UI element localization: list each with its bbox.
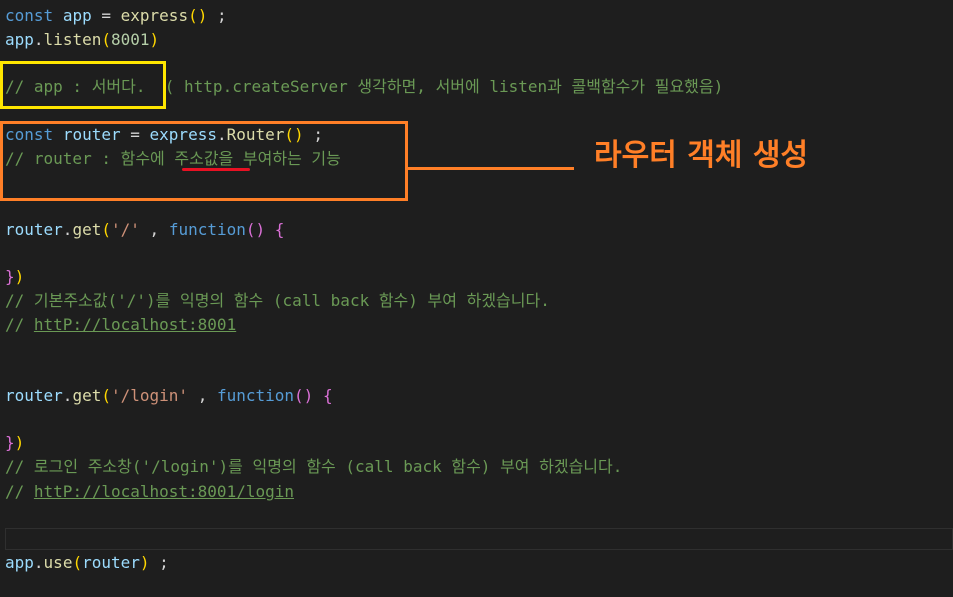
token-paren: )	[149, 30, 160, 49]
token-operator: =	[101, 6, 111, 25]
token-paren: ()	[245, 220, 266, 239]
token-comment: // 기본주소값('/')를 익명의 함수 (call back 함수) 부여 …	[5, 291, 550, 310]
token-comment: // router : 함수에	[5, 149, 175, 168]
token-variable: express	[149, 125, 217, 144]
token-comment: // 로그인 주소창('/login')를 익명의 함수 (call back …	[5, 457, 623, 476]
url-link[interactable]: httP://localhost:8001	[34, 315, 236, 334]
token-function: listen	[43, 30, 102, 49]
token-paren: (	[72, 553, 83, 572]
token-paren: ()	[284, 125, 304, 144]
token-function: Router	[226, 125, 285, 144]
code-line-9[interactable]: router.get('/' , function() {	[5, 219, 284, 241]
current-line-highlight	[5, 528, 953, 550]
token-comment: //	[5, 482, 34, 501]
code-line-6[interactable]: // router : 함수에 주소값을 부여하는 기능	[5, 148, 341, 170]
code-line-18[interactable]: })	[5, 432, 24, 454]
token-variable: router	[82, 553, 140, 572]
code-line-2[interactable]: app.listen(8001)	[5, 29, 159, 51]
token-variable: router	[5, 386, 63, 405]
token-dot: .	[62, 386, 73, 405]
code-line-16[interactable]: router.get('/login' , function() {	[5, 385, 333, 407]
token-paren: (	[101, 386, 111, 405]
token-paren: (	[101, 30, 111, 49]
token-comma: ,	[197, 386, 208, 405]
token-function: get	[72, 220, 102, 239]
token-comment: //	[5, 315, 34, 334]
token-brace: {	[322, 386, 333, 405]
token-paren: )	[14, 433, 25, 452]
token-string: '/'	[110, 220, 140, 239]
token-keyword: function	[168, 220, 246, 239]
code-line-19[interactable]: // 로그인 주소창('/login')를 익명의 함수 (call back …	[5, 456, 622, 478]
code-line-1[interactable]: const app = express() ;	[5, 5, 227, 27]
token-keyword: const	[5, 6, 54, 25]
token-variable: app	[5, 553, 34, 572]
token-paren: ()	[188, 6, 208, 25]
token-dot: .	[33, 30, 44, 49]
code-line-23[interactable]: app.use(router) ;	[5, 552, 169, 574]
token-brace: {	[274, 220, 285, 239]
token-comment-highlight: 주소값을	[174, 149, 234, 168]
token-paren: ()	[294, 386, 314, 405]
code-line-13[interactable]: // httP://localhost:8001	[5, 314, 236, 336]
token-variable: app	[5, 30, 34, 49]
token-comment: 부여하는 기능	[233, 149, 341, 168]
token-comment: ( http.createServer 생각하면, 서버에 listen과 콜백…	[164, 77, 724, 96]
token-function: express	[120, 6, 189, 25]
token-brace: }	[5, 433, 15, 452]
token-keyword: function	[216, 386, 295, 405]
code-line-5[interactable]: const router = express.Router() ;	[5, 124, 323, 146]
token-paren: )	[139, 553, 150, 572]
token-variable: router	[5, 220, 63, 239]
token-variable: router	[62, 125, 121, 144]
url-link[interactable]: httP://localhost:8001/login	[34, 482, 294, 501]
token-brace: }	[5, 267, 15, 286]
token-string: '/login'	[110, 386, 189, 405]
annotation-connector-line	[408, 167, 574, 170]
router-annotation-label: 라우터 객체 생성	[594, 138, 809, 173]
token-semicolon: ;	[313, 125, 323, 144]
token-paren: (	[101, 220, 111, 239]
code-line-4[interactable]: // app : 서버다. ( http.createServer 생각하면, …	[5, 76, 723, 98]
token-function: use	[43, 553, 73, 572]
token-variable: app	[62, 6, 92, 25]
token-operator: =	[130, 125, 140, 144]
token-number: 8001	[110, 30, 150, 49]
code-line-12[interactable]: // 기본주소값('/')를 익명의 함수 (call back 함수) 부여 …	[5, 290, 550, 312]
token-keyword: const	[5, 125, 54, 144]
token-dot: .	[62, 220, 73, 239]
token-dot: .	[33, 553, 44, 572]
token-function: get	[72, 386, 102, 405]
token-comment: // app : 서버다.	[5, 77, 146, 96]
token-comma: ,	[149, 220, 160, 239]
token-semicolon: ;	[216, 6, 227, 25]
code-line-20[interactable]: // httP://localhost:8001/login	[5, 481, 294, 503]
token-dot: .	[216, 125, 227, 144]
code-line-11[interactable]: })	[5, 266, 24, 288]
token-paren: )	[14, 267, 25, 286]
token-semicolon: ;	[159, 553, 169, 572]
